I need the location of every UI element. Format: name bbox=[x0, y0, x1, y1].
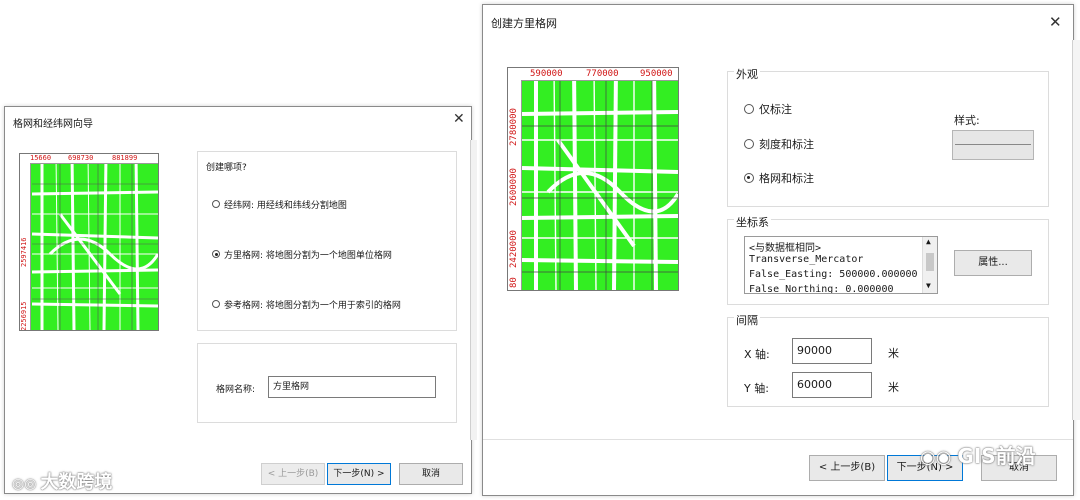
grid-name-input[interactable]: 方里格网 bbox=[268, 376, 436, 398]
reference-grid-label: 参考格网: 将地图分割为一个用于索引的格网 bbox=[224, 301, 401, 311]
properties-button[interactable]: 属性... bbox=[954, 250, 1032, 276]
left-map-left-ruler: 2597416 2256915 bbox=[20, 163, 31, 330]
group-title: 创建哪项? bbox=[206, 163, 247, 173]
grid-name-group: 格网名称: 方里格网 bbox=[197, 343, 457, 423]
close-icon[interactable]: ✕ bbox=[1049, 13, 1062, 31]
right-map-preview: 590000 770000 950000 2780000 2600000 242… bbox=[507, 67, 679, 291]
appearance-group: 外观 仅标注 刻度和标注 格网和标注 样式: bbox=[727, 66, 1049, 207]
x-interval-input[interactable]: 90000 bbox=[792, 338, 872, 364]
cancel-button[interactable]: 取消 bbox=[399, 463, 463, 485]
ticks-and-labels-radio[interactable] bbox=[744, 139, 754, 149]
listbox-line: Transverse_Mercator bbox=[749, 254, 864, 265]
left-tick-label: 2597416 bbox=[20, 237, 28, 267]
interval-title: 间隔 bbox=[734, 312, 760, 328]
x-unit-label: 米 bbox=[888, 347, 899, 360]
left-tick-label: 2780000 bbox=[509, 108, 519, 146]
x-axis-label: X 轴: bbox=[744, 348, 770, 361]
left-map-top-ruler: 15660 698730 881899 bbox=[20, 154, 158, 164]
y-unit-label: 米 bbox=[888, 381, 899, 394]
listbox-line: False_Easting: 500000.000000 bbox=[749, 269, 918, 280]
watermark-right-text: GIS前沿 bbox=[957, 444, 1036, 468]
top-tick-label: 950000 bbox=[640, 69, 673, 79]
watermark-right: ◉◉ GIS前沿 bbox=[920, 440, 1036, 469]
coord-system-group: 坐标系 <与数据框相同> Transverse_Mercator False_E… bbox=[727, 214, 1049, 305]
chevron-down-icon[interactable]: ▼ bbox=[926, 281, 931, 290]
right-map-top-ruler: 590000 770000 950000 bbox=[508, 68, 678, 81]
left-tick-label: 2420000 bbox=[509, 230, 519, 268]
left-map-preview: 15660 698730 881899 2597416 2256915 bbox=[19, 153, 159, 331]
graticule-label: 经纬网: 用经线和纬线分割地图 bbox=[224, 201, 347, 211]
right-dialog: 创建方里格网 ✕ 590000 770000 950000 2780000 26… bbox=[482, 4, 1074, 496]
right-map-left-ruler: 2780000 2600000 2420000 80 bbox=[508, 80, 522, 290]
left-tick-label: 2600000 bbox=[509, 168, 519, 206]
interval-group: 间隔 X 轴: 90000 米 Y 轴: 60000 米 bbox=[727, 312, 1049, 407]
create-which-group: 创建哪项? 经纬网: 用经线和纬线分割地图 方里格网: 将地图分割为一个地图单位… bbox=[197, 151, 457, 331]
watermark-left-text: 大数跨境 bbox=[40, 472, 113, 493]
coord-system-title: 坐标系 bbox=[734, 214, 771, 230]
left-tick-label: 80 bbox=[509, 277, 519, 288]
listbox-line: False_Northing: 0.000000 bbox=[749, 284, 894, 294]
background-window-right-strip bbox=[1072, 40, 1080, 420]
grid-and-labels-radio[interactable] bbox=[744, 173, 754, 183]
y-axis-label: Y 轴: bbox=[744, 382, 769, 395]
grid-and-labels-label: 格网和标注 bbox=[759, 172, 814, 185]
background-window-strip bbox=[470, 140, 477, 440]
y-interval-input[interactable]: 60000 bbox=[792, 372, 872, 398]
listbox-line: <与数据框相同> bbox=[749, 243, 822, 254]
listbox-scrollbar[interactable]: ▲ ▼ bbox=[922, 237, 937, 293]
watermark-left: ◎◎ 大数跨境 bbox=[12, 468, 112, 494]
watermark-logo-icon: ◎◎ bbox=[12, 476, 37, 492]
measured-grid-radio[interactable] bbox=[212, 250, 220, 258]
map-road-network bbox=[521, 68, 678, 290]
map-road-network bbox=[31, 154, 158, 330]
style-preview-swatch[interactable] bbox=[952, 130, 1034, 160]
top-tick-label: 698730 bbox=[68, 154, 94, 162]
left-tick-label: 2256915 bbox=[20, 301, 28, 331]
grid-name-label: 格网名称: bbox=[216, 385, 256, 395]
style-line-icon bbox=[955, 144, 1031, 145]
graticule-radio[interactable] bbox=[212, 200, 220, 208]
left-dialog: 格网和经纬网向导 ✕ 15660 698730 881899 2597416 2… bbox=[4, 106, 472, 494]
wechat-icon: ◉◉ bbox=[920, 447, 952, 468]
labels-only-radio[interactable] bbox=[744, 104, 754, 114]
top-tick-label: 881899 bbox=[112, 154, 138, 162]
chevron-up-icon[interactable]: ▲ bbox=[926, 237, 931, 246]
measured-grid-label: 方里格网: 将地图分割为一个地图单位格网 bbox=[224, 251, 392, 261]
top-tick-label: 590000 bbox=[530, 69, 563, 79]
left-title-bar: 格网和经纬网向导 ✕ bbox=[5, 107, 471, 133]
ticks-and-labels-label: 刻度和标注 bbox=[759, 138, 814, 151]
back-button[interactable]: < 上一步(B) bbox=[261, 463, 325, 485]
back-button[interactable]: < 上一步(B) bbox=[809, 455, 885, 481]
style-label: 样式: bbox=[954, 114, 980, 127]
left-dialog-title: 格网和经纬网向导 bbox=[13, 119, 93, 130]
next-button[interactable]: 下一步(N) > bbox=[327, 463, 391, 485]
reference-grid-radio[interactable] bbox=[212, 300, 220, 308]
close-icon[interactable]: ✕ bbox=[453, 111, 465, 127]
right-dialog-title: 创建方里格网 bbox=[491, 17, 557, 30]
scrollbar-thumb[interactable] bbox=[926, 253, 934, 271]
top-tick-label: 15660 bbox=[30, 154, 52, 162]
coord-system-listbox[interactable]: <与数据框相同> Transverse_Mercator False_Easti… bbox=[744, 236, 938, 294]
labels-only-label: 仅标注 bbox=[759, 103, 792, 116]
top-tick-label: 770000 bbox=[586, 69, 619, 79]
right-title-bar: 创建方里格网 ✕ bbox=[483, 5, 1073, 35]
appearance-title: 外观 bbox=[734, 66, 760, 82]
